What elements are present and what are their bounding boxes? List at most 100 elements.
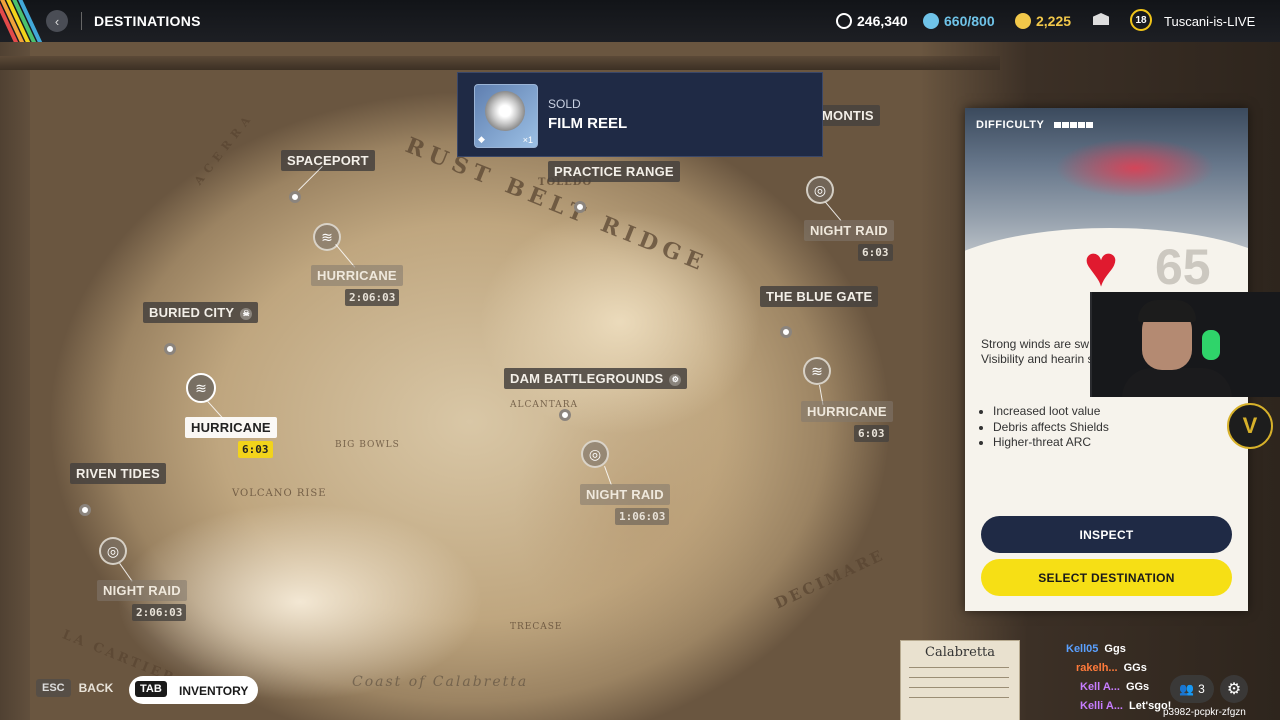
location-marker-riven-tides[interactable] [79,504,91,516]
divider [81,12,82,30]
event-timer: 1:06:03 [615,508,670,525]
event-timer-selected: 6:03 [238,441,273,458]
difficulty-indicator: DIFFICULTY [976,119,1094,131]
night-raid-icon[interactable]: ◎ [99,537,127,565]
inspect-button[interactable]: INSPECT [981,516,1232,553]
modifier-list: Increased loot value Debris affects Shie… [981,404,1109,451]
select-destination-button[interactable]: SELECT DESTINATION [981,559,1232,596]
event-label-night-raid[interactable]: NIGHT RAID [97,580,187,601]
region-text: TRECASE [510,622,563,632]
modifier-item: Higher-threat ARC [993,435,1109,451]
back-hint[interactable]: ESC BACK [36,679,113,697]
viewer-count[interactable]: 👥 3 [1170,675,1214,703]
location-label-spaceport[interactable]: SPACEPORT [281,150,375,171]
page-title: DESTINATIONS [94,13,201,29]
map-legend-card: Calabretta [900,640,1020,720]
chat-user: rakelh... [1076,662,1118,674]
location-label-buried-city[interactable]: BURIED CITY ☠ [143,302,259,323]
region-text: BIG BOWLS [335,440,400,450]
gold-coin-balance: 2,225 [1015,13,1071,29]
inventory-label: INVENTORY [179,684,249,698]
back-button[interactable]: ‹ [46,10,68,32]
location-marker-spaceport[interactable] [289,191,301,203]
brand-stripes [0,0,46,42]
tab-key: TAB [135,681,167,697]
event-timer: 2:06:03 [132,604,187,621]
night-raid-icon[interactable]: ◎ [581,440,609,468]
chat-user: Kelli A... [1080,700,1123,712]
modifier-item: Increased loot value [993,404,1109,420]
threat-score: 65 [1155,239,1211,295]
credits-value: 660/800 [944,13,995,29]
mail-icon[interactable] [1093,13,1109,25]
chat-message: GGs [1125,681,1150,693]
legend-title: Calabretta [925,645,996,660]
webcam-overlay [1090,292,1280,397]
channel-code: p3982-pcpkr-zfgzn [1163,707,1246,718]
gem-icon: ◆ [478,134,485,144]
map-frame [0,56,1000,70]
night-raid-icon[interactable]: ◎ [806,176,834,204]
location-label-the-blue-gate[interactable]: THE BLUE GATE [760,286,879,307]
sold-item-toast: ◆ ×1 SOLD FILM REEL [457,72,823,157]
item-quantity: ×1 [522,135,533,145]
toast-kind: SOLD [548,97,581,111]
hurricane-icon[interactable]: ≋ [186,373,216,403]
users-icon: 👥 [1179,682,1195,696]
toast-item-name: FILM REEL [548,115,628,132]
region-text: ALCANTARA [510,400,579,410]
location-name: BURIED CITY [149,305,235,320]
wall-shadow [0,42,30,720]
gold-coin-icon [1015,13,1031,29]
region-text: Coast of Calabretta [352,674,529,690]
chat-message: Ggs [1104,643,1126,655]
raider-coin-balance: 246,340 [836,13,908,29]
esc-key: ESC [36,679,71,697]
heart-icon: ♥ [1083,234,1119,299]
film-reel-icon [485,91,525,131]
region-text: VOLCANO RISE [232,488,327,499]
region-text: ACERRA [191,109,257,188]
event-label-night-raid[interactable]: NIGHT RAID [580,484,670,505]
event-label-hurricane-selected[interactable]: HURRICANE [185,417,277,438]
event-label-hurricane[interactable]: HURRICANE [801,401,893,422]
event-label-hurricane[interactable]: HURRICANE [311,265,403,286]
credits-balance: 660/800 [923,13,995,29]
top-bar: ‹ DESTINATIONS 246,340 660/800 2,225 18 … [0,0,1280,42]
player-level-badge: 18 [1130,9,1152,31]
location-marker-buried-city[interactable] [164,343,176,355]
location-marker-dam-battlegrounds[interactable] [559,409,571,421]
event-label-night-raid[interactable]: NIGHT RAID [804,220,894,241]
gear-icon[interactable]: ⚙ [1220,675,1248,703]
location-label-riven-tides[interactable]: RIVEN TIDES [70,463,166,484]
username[interactable]: Tuscani-is-LIVE [1164,14,1255,29]
location-marker-practice-range[interactable] [574,201,586,213]
chevron-left-icon: ‹ [54,13,60,29]
inventory-button[interactable]: TAB INVENTORY [129,676,258,704]
region-text: DECIMARE [771,545,888,613]
location-marker-the-blue-gate[interactable] [780,326,792,338]
event-timer: 6:03 [858,244,893,261]
skull-icon: ☠ [240,307,253,320]
event-timer: 6:03 [854,425,889,442]
difficulty-label: DIFFICULTY [976,119,1045,131]
hurricane-icon[interactable]: ≋ [803,357,831,385]
raider-coin-value: 246,340 [857,13,908,29]
lock-icon: ⚙ [669,373,682,386]
location-label-montis[interactable]: MONTIS [816,105,880,126]
raider-coin-icon [836,13,852,29]
item-thumbnail: ◆ ×1 [474,84,538,148]
chat-message: GGs [1123,662,1147,674]
credits-icon [923,13,939,29]
location-name: DAM BATTLEGROUNDS [510,371,664,386]
location-label-dam-battlegrounds[interactable]: DAM BATTLEGROUNDS ⚙ [504,368,688,389]
chat-user: Kell05 [1066,643,1099,655]
back-label: BACK [78,681,114,695]
streamer-emblem-icon: V [1227,403,1273,449]
modifier-item: Debris affects Shields [993,420,1109,436]
location-label-practice-range[interactable]: PRACTICE RANGE [548,161,680,182]
difficulty-bars [1053,119,1094,131]
event-timer: 2:06:03 [345,289,400,306]
viewer-count-value: 3 [1198,682,1205,696]
chat-user: Kell A... [1080,681,1120,693]
